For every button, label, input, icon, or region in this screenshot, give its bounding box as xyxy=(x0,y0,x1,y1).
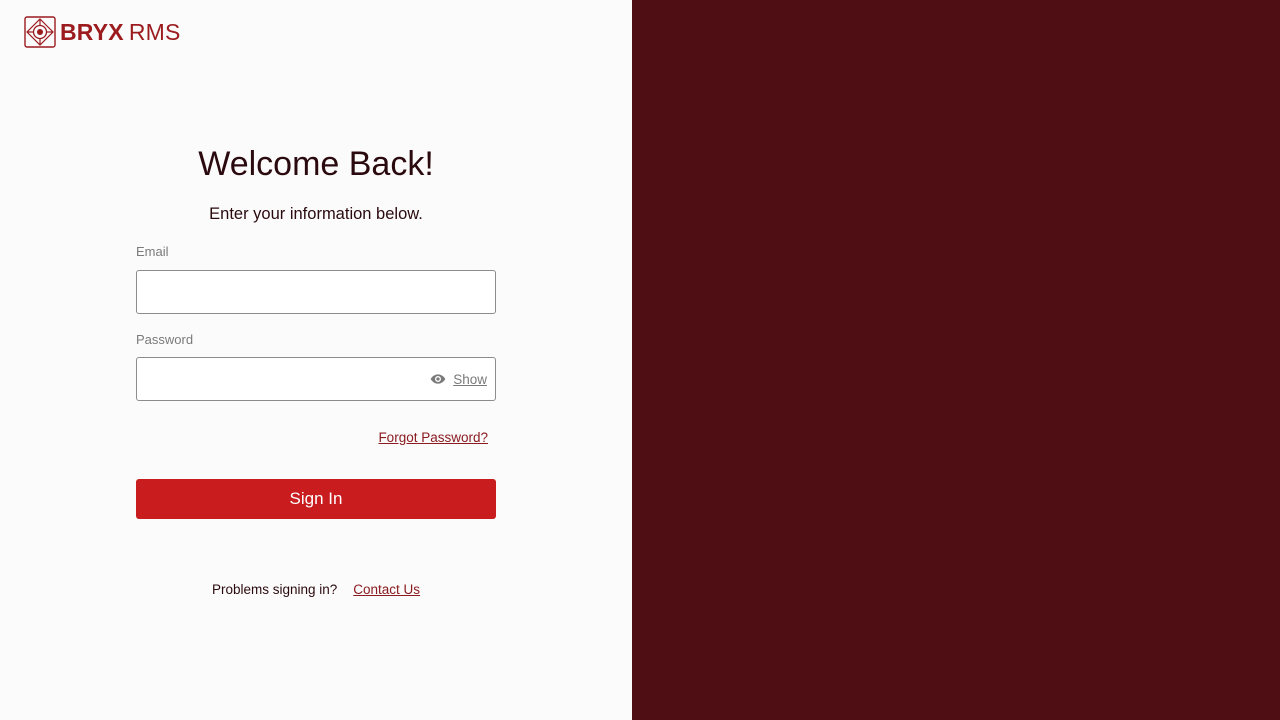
eye-icon xyxy=(430,374,446,384)
brand-name-bold: BRYX xyxy=(60,19,124,45)
brand-panel xyxy=(632,0,1280,720)
brand-name: BRYX RMS xyxy=(60,16,181,48)
password-label: Password xyxy=(136,332,194,347)
problems-text: Problems signing in? xyxy=(211,582,338,597)
login-pane: BRYX RMS Welcome Back! Enter your informa… xyxy=(0,0,632,720)
problems-signing-in: Problems signing in? Contact Us xyxy=(136,582,496,598)
brand-name-light: RMS xyxy=(128,19,181,45)
show-password-label[interactable]: Show xyxy=(453,372,487,387)
page-title: Welcome Back! xyxy=(198,145,434,183)
brand-logo[interactable]: BRYX RMS xyxy=(24,16,181,48)
contact-us-link[interactable]: Contact Us xyxy=(353,582,420,598)
email-field-box xyxy=(136,270,496,314)
show-password-toggle[interactable]: Show xyxy=(430,358,487,400)
forgot-password-link[interactable]: Forgot Password? xyxy=(378,430,488,446)
email-field[interactable] xyxy=(137,271,495,313)
bryx-logo-icon xyxy=(24,16,56,48)
password-field-box: Show xyxy=(136,357,496,401)
page-subtitle: Enter your information below. xyxy=(209,205,423,223)
email-label: Email xyxy=(136,244,169,259)
sign-in-button[interactable]: Sign In xyxy=(136,479,496,519)
password-field[interactable] xyxy=(137,358,417,400)
